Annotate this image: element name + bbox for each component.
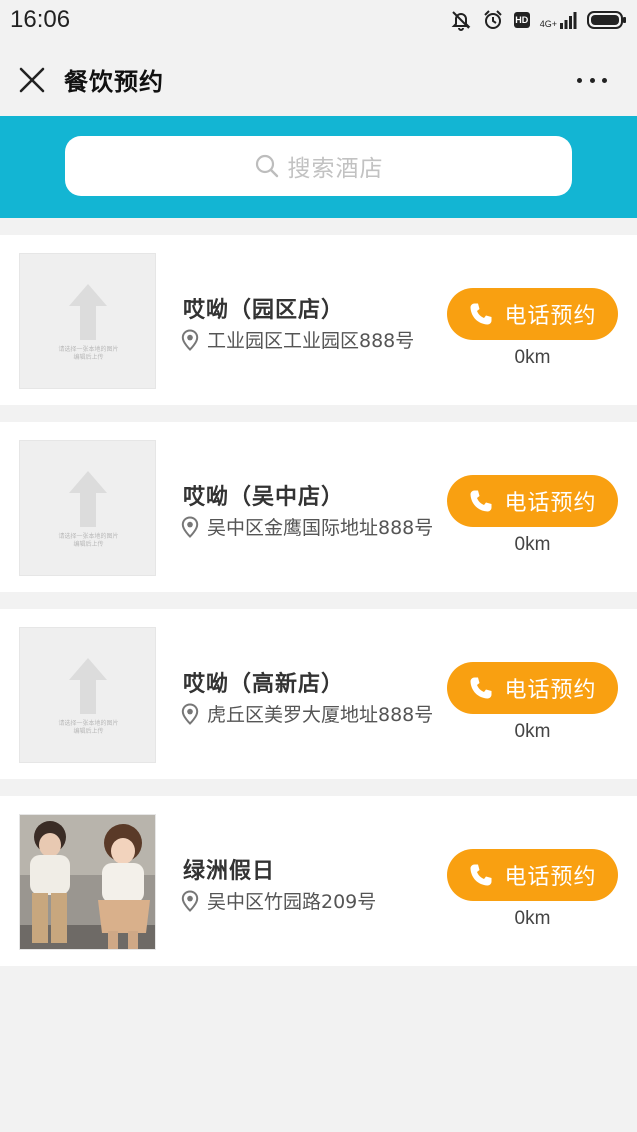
phone-icon <box>470 677 492 699</box>
more-dot-icon <box>577 77 582 83</box>
list-item[interactable]: 请选择一张本地的图片 编辑后上传 哎呦（园区店） 工业园区工业园区888号 电话预… <box>0 235 637 405</box>
distance-text: 0km <box>514 534 551 555</box>
store-image: 请选择一张本地的图片 编辑后上传 <box>19 440 156 576</box>
more-options-button[interactable] <box>577 76 607 84</box>
upload-arrow-icon <box>69 658 107 714</box>
network-type: 4G+ <box>539 19 557 29</box>
location-pin-icon <box>181 702 199 725</box>
store-address: 吴中区金鹰国际地址888号 <box>181 513 433 540</box>
caption-line: 编辑后上传 <box>73 354 104 361</box>
more-dot-icon <box>602 77 607 83</box>
phone-reserve-button[interactable]: 电话预约 <box>447 475 618 527</box>
store-address: 工业园区工业园区888号 <box>181 326 414 353</box>
caption-line: 请选择一张本地的图片 <box>58 346 119 353</box>
caption-line: 编辑后上传 <box>73 541 104 548</box>
caption-line: 请选择一张本地的图片 <box>58 720 119 727</box>
location-pin-icon <box>181 328 199 351</box>
status-time: 16:06 <box>10 6 71 33</box>
title-bar: 餐饮预约 <box>0 42 637 116</box>
page-title: 餐饮预约 <box>64 68 164 96</box>
search-icon <box>255 154 278 178</box>
phone-icon <box>470 490 492 512</box>
call-button-label: 电话预约 <box>504 491 597 516</box>
search-header: 搜索酒店 <box>0 116 637 218</box>
phone-icon <box>470 864 492 886</box>
call-button-label: 电话预约 <box>504 865 597 890</box>
call-button-label: 电话预约 <box>504 678 597 703</box>
list-item[interactable]: 请选择一张本地的图片 编辑后上传 哎呦（吴中店） 吴中区金鹰国际地址888号 电话… <box>0 422 637 592</box>
phone-icon <box>470 303 492 325</box>
upload-arrow-icon <box>69 471 107 527</box>
list-item[interactable]: 绿洲假日 吴中区竹园路209号 电话预约 0km <box>0 796 637 966</box>
store-name: 哎呦（园区店） <box>183 298 345 323</box>
store-image <box>19 814 156 950</box>
distance-text: 0km <box>514 347 551 368</box>
signal-bars-icon <box>560 12 577 29</box>
store-address: 吴中区竹园路209号 <box>181 887 376 914</box>
store-address: 虎丘区美罗大厦地址888号 <box>181 700 433 727</box>
call-button-label: 电话预约 <box>504 304 597 329</box>
search-placeholder: 搜索酒店 <box>287 156 384 182</box>
close-icon[interactable] <box>18 66 46 94</box>
address-text: 吴中区金鹰国际地址888号 <box>207 517 434 539</box>
location-pin-icon <box>181 515 199 538</box>
distance-text: 0km <box>514 908 551 929</box>
signal-group: 4G+ <box>540 11 577 29</box>
mute-bell-icon <box>451 11 471 31</box>
list-item[interactable]: 请选择一张本地的图片 编辑后上传 哎呦（高新店） 虎丘区美罗大厦地址888号 电话… <box>0 609 637 779</box>
location-pin-icon <box>181 889 199 912</box>
store-image: 请选择一张本地的图片 编辑后上传 <box>19 627 156 763</box>
address-text: 工业园区工业园区888号 <box>207 330 415 352</box>
status-bar: 16:06 HD 4G+ <box>0 0 637 42</box>
phone-reserve-button[interactable]: 电话预约 <box>447 849 618 901</box>
battery-icon <box>587 11 626 29</box>
store-image: 请选择一张本地的图片 编辑后上传 <box>19 253 156 389</box>
store-name: 哎呦（吴中店） <box>183 485 345 510</box>
status-icons: HD 4G+ <box>450 9 627 31</box>
placeholder-caption: 请选择一张本地的图片 编辑后上传 <box>20 346 155 362</box>
caption-line: 编辑后上传 <box>73 728 104 735</box>
store-photo <box>20 815 155 949</box>
store-name: 绿洲假日 <box>183 859 276 884</box>
alarm-clock-icon <box>484 10 502 29</box>
upload-arrow-icon <box>69 284 107 340</box>
phone-reserve-button[interactable]: 电话预约 <box>447 662 618 714</box>
address-text: 虎丘区美罗大厦地址888号 <box>207 704 434 726</box>
placeholder-caption: 请选择一张本地的图片 编辑后上传 <box>20 533 155 549</box>
address-text: 吴中区竹园路209号 <box>207 891 377 913</box>
distance-text: 0km <box>514 721 551 742</box>
phone-reserve-button[interactable]: 电话预约 <box>447 288 618 340</box>
more-dot-icon <box>589 77 595 83</box>
hd-badge: HD <box>513 12 530 28</box>
caption-line: 请选择一张本地的图片 <box>58 533 119 540</box>
search-input[interactable]: 搜索酒店 <box>65 136 572 196</box>
store-name: 哎呦（高新店） <box>183 672 345 697</box>
placeholder-caption: 请选择一张本地的图片 编辑后上传 <box>20 720 155 736</box>
